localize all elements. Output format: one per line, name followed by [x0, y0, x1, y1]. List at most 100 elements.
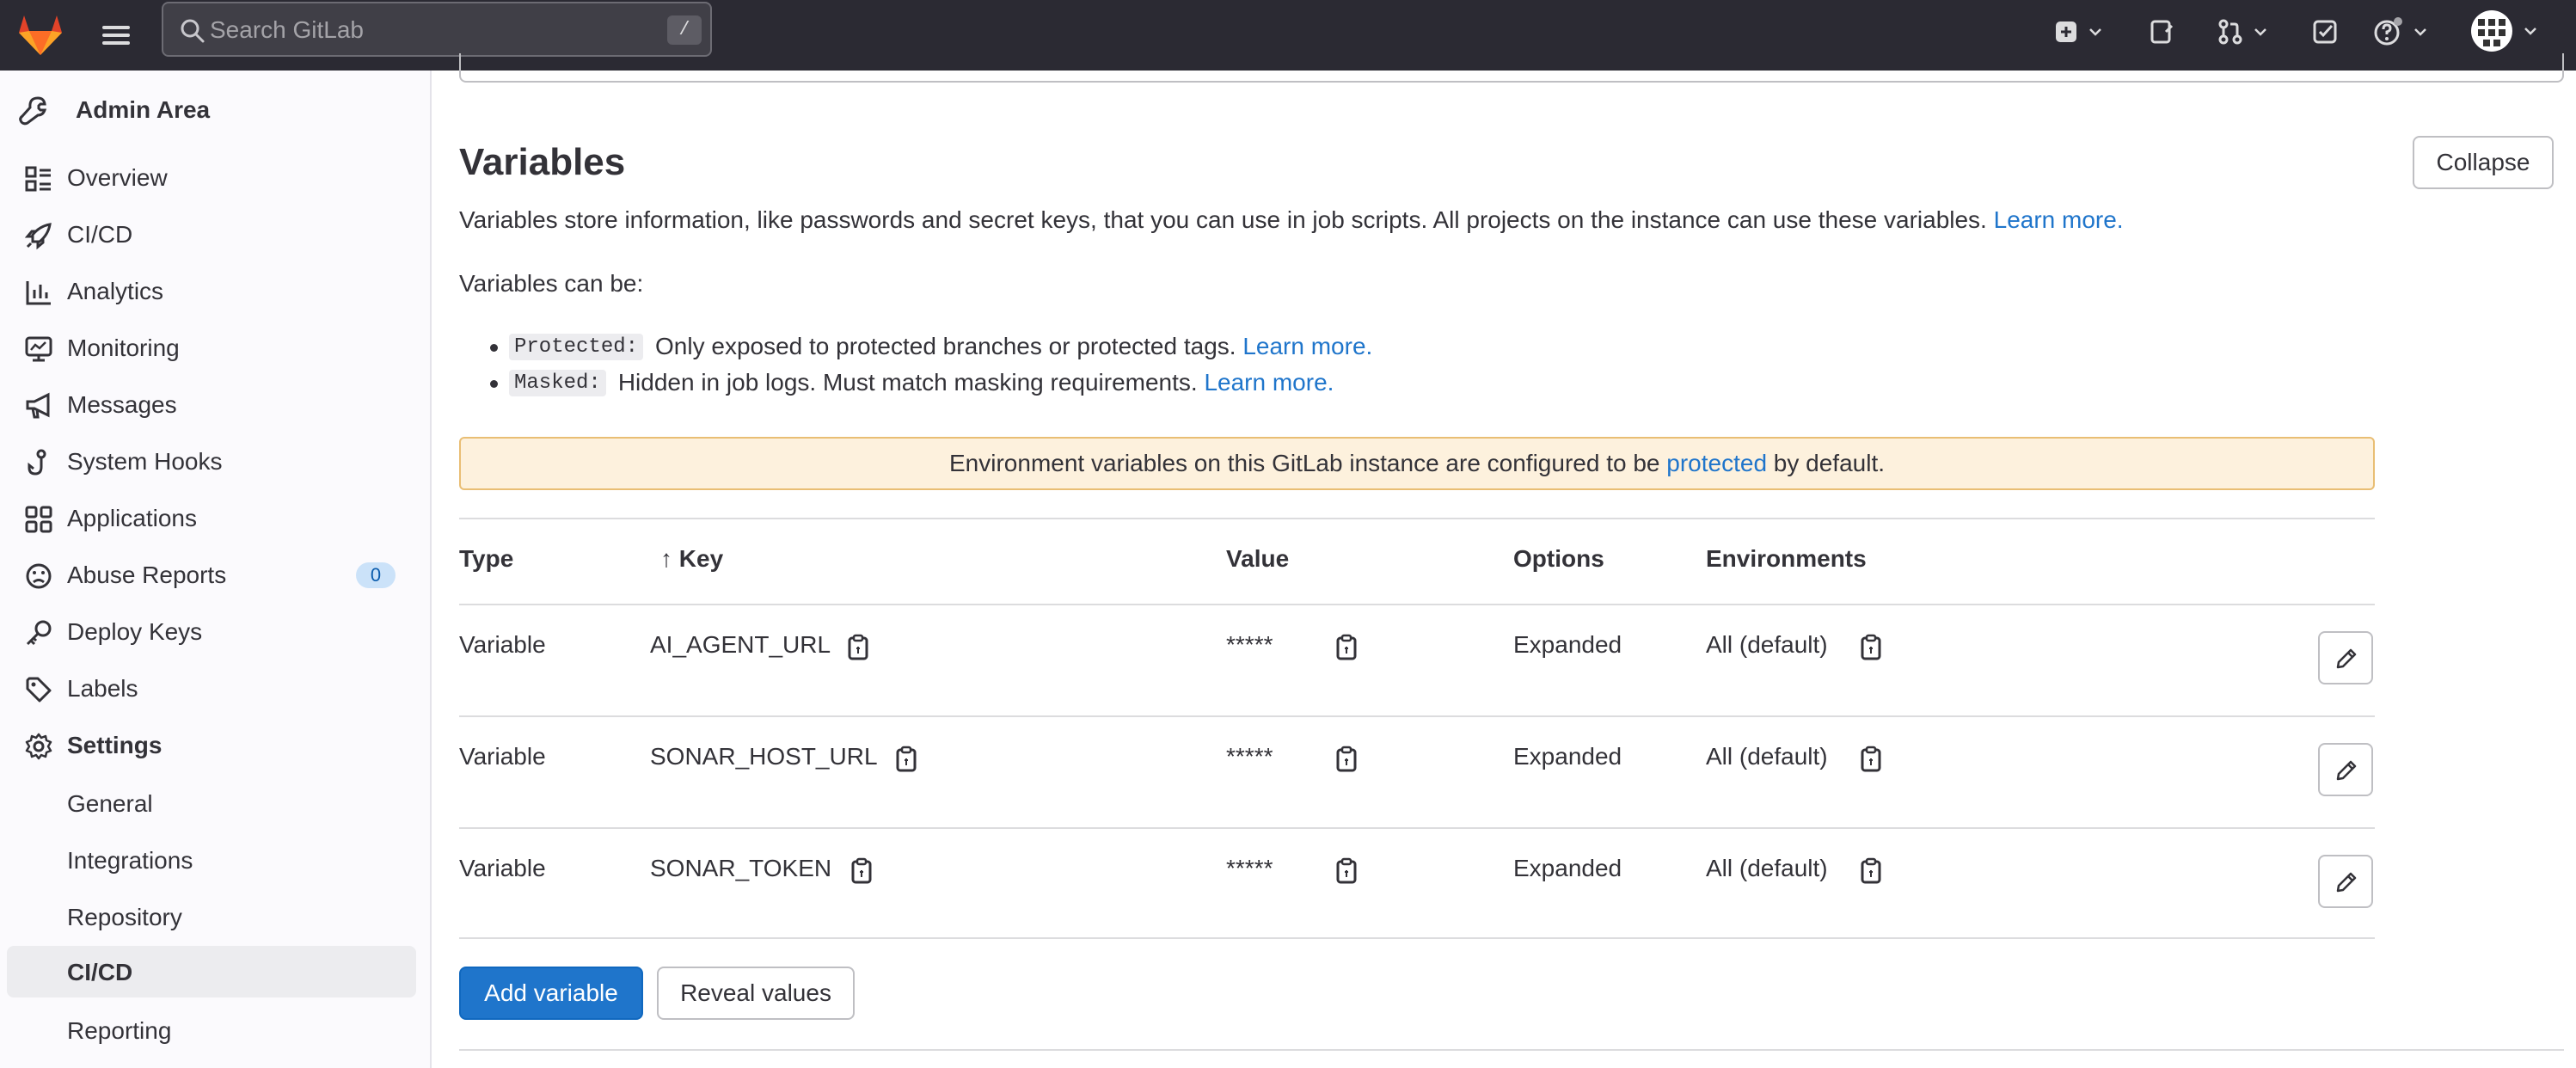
main-content: Variables Collapse Variables store infor…	[433, 53, 2576, 1068]
learn-more-link[interactable]: Learn more.	[1994, 206, 2124, 233]
sidebar-item-label: Overview	[67, 164, 168, 191]
edit-variable-button[interactable]	[2318, 743, 2373, 796]
protected-code: Protected:	[509, 333, 644, 360]
hook-icon	[28, 449, 46, 476]
chart-icon	[26, 281, 51, 305]
reveal-values-button[interactable]: Reveal values	[657, 967, 855, 1020]
issues-button[interactable]	[2148, 14, 2175, 50]
help-dropdown[interactable]	[2373, 14, 2428, 50]
sidebar-item-messages[interactable]: Messages	[7, 380, 416, 430]
sidebar-item-label: System Hooks	[67, 448, 223, 475]
header-environments: Environments	[1706, 545, 1867, 572]
protected-learn-more-link[interactable]: Learn more.	[1242, 333, 1372, 360]
create-new-dropdown[interactable]	[2053, 14, 2103, 50]
sidebar-subitem-label: CI/CD	[67, 959, 133, 985]
collapse-button[interactable]: Collapse	[2413, 136, 2554, 189]
sidebar-subitem-label: Repository	[67, 904, 182, 930]
megaphone-icon	[26, 392, 50, 419]
help-question-icon	[2374, 17, 2402, 46]
plus-square-icon	[2056, 21, 2076, 42]
edit-variable-button[interactable]	[2318, 631, 2373, 684]
sidebar-item-overview[interactable]: Overview	[7, 153, 416, 203]
sidebar-subitem-label: Integrations	[67, 847, 193, 874]
section-divider	[459, 1049, 2564, 1051]
sidebar-item-label: Monitoring	[67, 335, 180, 361]
applications-icon	[25, 506, 52, 533]
description-text: Variables store information, like passwo…	[459, 206, 1987, 233]
sidebar-item-settings[interactable]: Settings	[7, 721, 416, 770]
todos-button[interactable]	[2311, 14, 2339, 50]
avatar	[2471, 10, 2512, 52]
header-key-sort[interactable]: ↑ Key	[660, 545, 723, 573]
sidebar-item-applications[interactable]: Applications	[7, 494, 416, 543]
merge-requests-dropdown[interactable]	[2217, 14, 2268, 50]
sidebar-subitem-repository[interactable]: Repository	[7, 891, 416, 942]
sidebar-item-label: Abuse Reports	[67, 562, 227, 588]
add-variable-button[interactable]: Add variable	[459, 967, 643, 1020]
list-item-masked: Masked: Hidden in job logs. Must match m…	[459, 365, 1372, 401]
copy-value-icon[interactable]	[1334, 633, 1359, 662]
header-type[interactable]: Type	[459, 545, 513, 573]
variable-key: SONAR_TOKEN	[650, 855, 832, 881]
variables-description: Variables store information, like passwo…	[459, 206, 2124, 234]
gitlab-logo-icon[interactable]	[14, 7, 67, 60]
masked-text: Hidden in job logs. Must match masking r…	[617, 369, 1198, 396]
todo-checkbox-icon	[2313, 20, 2337, 44]
sidebar-subitem-integrations[interactable]: Integrations	[7, 834, 416, 886]
list-item-protected: Protected: Only exposed to protected bra…	[459, 328, 1372, 365]
sidebar-item-label: Deploy Keys	[67, 618, 203, 645]
sidebar-item-system-hooks[interactable]: System Hooks	[7, 437, 416, 487]
pencil-icon	[2336, 872, 2357, 893]
sidebar-item-label: Settings	[67, 732, 163, 758]
masked-learn-more-link[interactable]: Learn more.	[1204, 369, 1334, 396]
copy-environment-icon[interactable]	[1859, 856, 1883, 886]
sidebar-item-monitoring[interactable]: Monitoring	[7, 323, 416, 373]
copy-key-icon[interactable]	[849, 856, 874, 886]
variable-type: Variable	[459, 743, 546, 770]
variables-can-be-text: Variables can be:	[459, 270, 644, 297]
header-options: Options	[1513, 545, 1604, 572]
pencil-icon	[2336, 648, 2357, 669]
sidebar-item-deploy-keys[interactable]: Deploy Keys	[7, 607, 416, 657]
key-icon	[26, 620, 52, 646]
sidebar: Admin Area Overview CI/CD Analytics Moni…	[0, 71, 432, 1068]
sidebar-subitem-general[interactable]: General	[7, 777, 416, 829]
section-title: Variables	[459, 141, 626, 183]
user-menu-dropdown[interactable]	[2469, 7, 2538, 55]
variable-type: Variable	[459, 631, 546, 658]
issues-icon	[2150, 20, 2174, 44]
admin-area-header[interactable]: Admin Area	[17, 86, 210, 134]
table-row: Variable AI_AGENT_URL ***** Expanded All…	[459, 604, 2375, 715]
search-icon	[181, 19, 205, 43]
copy-value-icon[interactable]	[1334, 745, 1359, 774]
copy-environment-icon[interactable]	[1859, 633, 1883, 662]
edit-variable-button[interactable]	[2318, 855, 2373, 908]
sidebar-item-labels[interactable]: Labels	[7, 664, 416, 714]
previous-section-box	[459, 53, 2564, 83]
protected-link[interactable]: protected	[1666, 450, 1767, 476]
search-box[interactable]: /	[162, 2, 712, 57]
sidebar-subitem-label: General	[67, 790, 153, 817]
chevron-down-icon	[2524, 28, 2536, 35]
sidebar-subitem-label: Reporting	[67, 1017, 172, 1044]
rocket-icon	[24, 223, 52, 250]
variable-environment: All (default)	[1706, 631, 1828, 658]
monitor-icon	[25, 336, 52, 362]
sidebar-item-label: Applications	[67, 505, 197, 531]
variable-value-masked: *****	[1226, 631, 1273, 658]
sidebar-item-cicd[interactable]: CI/CD	[7, 210, 416, 260]
sidebar-subitem-reporting[interactable]: Reporting	[7, 1004, 416, 1056]
search-input[interactable]	[210, 12, 640, 48]
copy-environment-icon[interactable]	[1859, 745, 1883, 774]
gear-icon	[25, 733, 52, 760]
sidebar-subitem-cicd[interactable]: CI/CD	[7, 946, 416, 997]
variable-environment: All (default)	[1706, 743, 1828, 770]
copy-key-icon[interactable]	[846, 633, 870, 662]
sidebar-item-abuse-reports[interactable]: Abuse Reports 0	[7, 550, 416, 600]
copy-value-icon[interactable]	[1334, 856, 1359, 886]
copy-key-icon[interactable]	[894, 745, 918, 774]
header-key-label: Key	[678, 545, 724, 572]
wrench-icon	[19, 96, 47, 126]
menu-icon[interactable]	[96, 17, 136, 53]
sidebar-item-analytics[interactable]: Analytics	[7, 267, 416, 316]
